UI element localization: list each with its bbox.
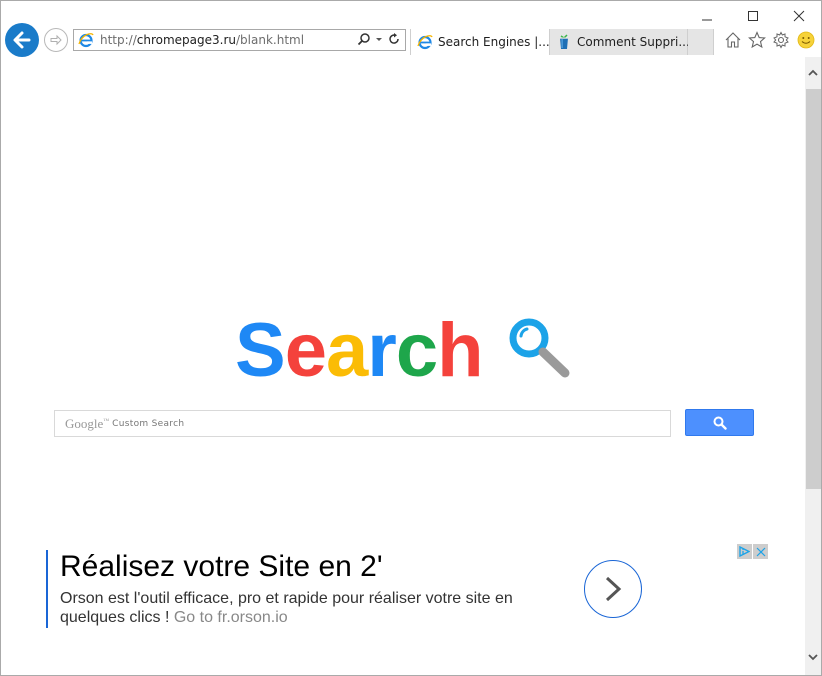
chevron-up-icon (808, 69, 818, 76)
settings-button[interactable] (770, 30, 792, 50)
minimize-button[interactable] (684, 1, 730, 31)
maximize-button[interactable] (730, 1, 776, 31)
chevron-down-icon (808, 654, 818, 661)
adchoices-icon (739, 546, 750, 557)
back-button[interactable] (5, 23, 39, 57)
settings-gear-icon (773, 31, 789, 49)
new-tab-button[interactable] (688, 29, 714, 55)
search-logo: Search (235, 308, 484, 393)
search-icon[interactable] (357, 32, 371, 46)
scroll-up-button[interactable] (805, 57, 821, 89)
scroll-down-button[interactable] (805, 645, 821, 669)
feedback-button[interactable] (795, 30, 817, 50)
forward-button[interactable] (44, 28, 68, 52)
search-icon (713, 416, 727, 430)
back-arrow-icon (13, 31, 31, 49)
vertical-scrollbar[interactable] (805, 57, 821, 675)
feedback-smiley-icon (797, 31, 815, 49)
logo-letter: a (325, 308, 368, 393)
ad-body: Orson est l'outil efficace, pro et rapid… (60, 590, 513, 626)
close-ad-button[interactable] (753, 544, 768, 559)
ie-icon (417, 35, 433, 50)
tab-label: Comment Suppri... (577, 35, 690, 49)
logo-letter: c (395, 308, 438, 393)
tab-search-engines[interactable]: Search Engines |... × (410, 29, 560, 55)
chevron-right-icon (605, 576, 622, 602)
adchoices[interactable] (737, 544, 768, 559)
dropdown-icon[interactable] (375, 32, 383, 46)
favorites-button[interactable] (746, 30, 768, 50)
forward-arrow-icon (50, 34, 62, 46)
url-text[interactable]: http://chromepage3.ru/blank.html (100, 33, 304, 47)
magnifier-icon (509, 318, 570, 378)
tab-label: Search Engines |... (438, 35, 550, 49)
logo-letter: S (235, 308, 286, 393)
browser-window: http://chromepage3.ru/blank.html Search … (0, 0, 822, 676)
favorites-star-icon (748, 31, 766, 49)
logo-letter: e (284, 308, 327, 393)
scroll-thumb[interactable] (806, 89, 821, 489)
ad-block[interactable]: Réalisez votre Site en 2' Orson est l'ou… (46, 550, 518, 628)
search-button[interactable] (685, 409, 754, 436)
home-icon (725, 32, 741, 48)
address-bar[interactable]: http://chromepage3.ru/blank.html (73, 29, 406, 51)
ad-arrow-button[interactable] (584, 560, 642, 618)
page-content: Search Google™ Custom Search Réalisez vo… (2, 57, 805, 675)
close-window-button[interactable] (776, 1, 822, 31)
search-placeholder: Custom Search (112, 418, 185, 429)
ie-icon (78, 33, 94, 48)
logo-letter: h (437, 308, 483, 393)
recycle-bin-icon (560, 34, 568, 49)
logo-letter: r (367, 308, 397, 393)
adchoices-button[interactable] (737, 544, 752, 559)
home-button[interactable] (722, 30, 744, 50)
google-brand: Google™ (65, 415, 110, 431)
close-ad-icon (756, 547, 765, 556)
tab-comment-supprimer[interactable]: Comment Suppri... (550, 29, 690, 55)
search-input[interactable]: Google™ Custom Search (54, 410, 671, 437)
minimize-icon (702, 19, 712, 21)
ad-link[interactable]: Go to fr.orson.io (174, 609, 288, 626)
close-icon (793, 10, 805, 22)
ad-title[interactable]: Réalisez votre Site en 2' (60, 550, 383, 584)
maximize-icon (748, 11, 758, 21)
refresh-icon[interactable] (387, 32, 401, 46)
